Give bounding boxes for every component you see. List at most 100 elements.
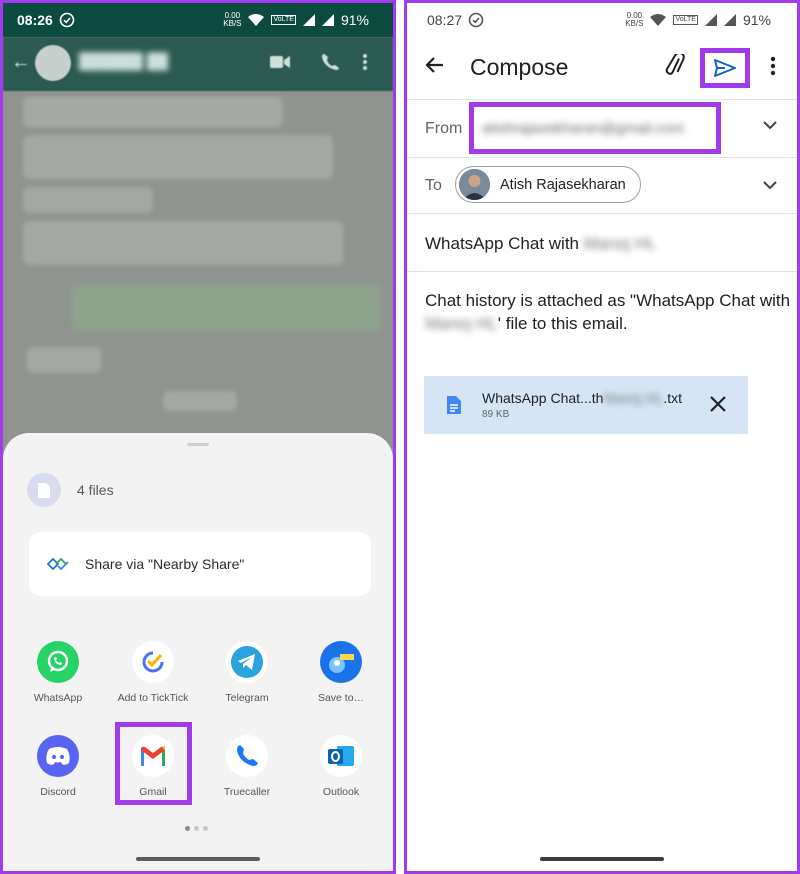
app-truecaller[interactable]: Truecaller bbox=[200, 735, 294, 798]
recipient-name: Atish Rajasekharan bbox=[500, 176, 626, 193]
battery-percent: 91% bbox=[340, 12, 369, 28]
sheet-grabber[interactable] bbox=[187, 443, 209, 446]
phone-icon bbox=[322, 54, 339, 70]
status-bar: 08:27 0.00 KB/S VoLTE 91% bbox=[407, 3, 797, 37]
recipient-chip[interactable]: Atish Rajasekharan bbox=[455, 166, 641, 203]
more-vert-icon bbox=[363, 54, 367, 70]
subject-name-blurred: Manoj HL bbox=[583, 234, 657, 253]
chevron-down-icon[interactable] bbox=[763, 181, 777, 190]
network-speed: 0.00 KB/S bbox=[223, 11, 242, 28]
contact-name-blurred: ██████ ██ bbox=[79, 53, 169, 70]
check-circle-icon bbox=[59, 12, 75, 28]
date-chip bbox=[163, 391, 237, 411]
app-label: Outlook bbox=[322, 786, 360, 798]
from-email-blurred: atishrajasekharan@gmail.com bbox=[482, 119, 684, 137]
send-icon bbox=[714, 59, 736, 77]
volte-icon: VoLTE bbox=[673, 15, 698, 25]
app-label: Add to TickTick bbox=[117, 692, 189, 704]
attachment-name: WhatsApp Chat...thManoj HL.txt bbox=[482, 390, 682, 406]
app-discord[interactable]: Discord bbox=[11, 735, 105, 798]
file-icon bbox=[27, 473, 61, 507]
signal-icon-2 bbox=[723, 14, 736, 26]
status-bar: 08:26 0.00 KB/S VoLTE 91% bbox=[3, 3, 393, 37]
email-body[interactable]: Chat history is attached as "WhatsApp Ch… bbox=[425, 289, 795, 335]
gmail-highlight-box bbox=[115, 722, 192, 805]
outlook-icon bbox=[320, 735, 362, 777]
attachment-name-prefix: WhatsApp Chat...th bbox=[482, 390, 604, 406]
save-to-icon bbox=[320, 641, 362, 683]
check-circle-icon bbox=[468, 12, 484, 28]
nearby-share-label: Share via "Nearby Share" bbox=[85, 556, 245, 572]
close-icon[interactable] bbox=[709, 395, 727, 413]
discord-icon bbox=[37, 735, 79, 777]
to-label: To bbox=[425, 177, 442, 194]
truecaller-icon bbox=[226, 735, 268, 777]
page-dot bbox=[203, 826, 208, 831]
app-ticktick[interactable]: Add to TickTick bbox=[106, 641, 200, 704]
avatar bbox=[459, 169, 490, 200]
body-name-blurred: Manoj HL bbox=[425, 314, 498, 333]
page-dot bbox=[194, 826, 199, 831]
attachment-card[interactable]: WhatsApp Chat...thManoj HL.txt 89 KB bbox=[424, 376, 748, 434]
body-text-part2: ' file to this email. bbox=[497, 314, 628, 333]
compose-screen: 08:27 0.00 KB/S VoLTE 91% Compose From at… bbox=[404, 0, 800, 874]
divider bbox=[407, 157, 797, 158]
files-summary: 4 files bbox=[27, 473, 114, 507]
app-label: Discord bbox=[40, 786, 76, 798]
divider bbox=[407, 213, 797, 214]
app-whatsapp[interactable]: WhatsApp bbox=[11, 641, 105, 704]
chat-bubble-outgoing bbox=[71, 285, 381, 331]
chat-bubble bbox=[23, 97, 283, 127]
wifi-icon bbox=[248, 13, 265, 26]
nearby-share-icon bbox=[47, 558, 69, 570]
app-label: WhatsApp bbox=[33, 692, 83, 704]
share-sheet-screen: 08:26 0.00 KB/S VoLTE 91% ← ██████ ██ 4 f… bbox=[0, 0, 396, 874]
body-text-part1: Chat history is attached as "WhatsApp Ch… bbox=[425, 291, 791, 310]
from-field[interactable]: atishrajasekharan@gmail.com bbox=[469, 102, 721, 154]
volte-icon: VoLTE bbox=[271, 15, 296, 25]
home-indicator[interactable] bbox=[540, 857, 664, 861]
telegram-icon bbox=[226, 641, 268, 683]
signal-icon bbox=[704, 14, 717, 26]
status-time: 08:27 bbox=[427, 12, 463, 28]
nearby-share-button[interactable]: Share via "Nearby Share" bbox=[29, 532, 371, 596]
signal-icon bbox=[302, 14, 315, 26]
wifi-icon bbox=[650, 13, 667, 26]
chat-bubble bbox=[27, 347, 101, 373]
chevron-down-icon[interactable] bbox=[763, 121, 777, 130]
send-button[interactable] bbox=[700, 48, 750, 88]
attachment-name-blurred: Manoj HL bbox=[603, 390, 664, 406]
from-label: From bbox=[425, 120, 463, 137]
app-label: Save to… bbox=[317, 692, 365, 704]
subject-text: WhatsApp Chat with bbox=[425, 234, 580, 253]
ticktick-icon bbox=[132, 641, 174, 683]
whatsapp-icon bbox=[37, 641, 79, 683]
chat-bubble bbox=[23, 221, 343, 265]
page-dot bbox=[185, 826, 190, 831]
attach-icon[interactable] bbox=[663, 54, 689, 76]
divider bbox=[407, 99, 797, 100]
divider bbox=[407, 271, 797, 272]
app-save-to[interactable]: Save to… bbox=[294, 641, 388, 704]
compose-toolbar: Compose bbox=[407, 43, 797, 89]
app-outlook[interactable]: Outlook bbox=[294, 735, 388, 798]
chat-bubble bbox=[23, 187, 153, 213]
share-sheet: 4 files Share via "Nearby Share" WhatsAp… bbox=[3, 433, 393, 871]
subject-field[interactable]: WhatsApp Chat with Manoj HL bbox=[425, 234, 657, 254]
signal-icon-2 bbox=[321, 14, 334, 26]
back-arrow-icon[interactable] bbox=[423, 53, 447, 77]
network-speed: 0.00 KB/S bbox=[625, 11, 644, 28]
more-vert-icon[interactable] bbox=[769, 55, 777, 77]
battery-percent: 91% bbox=[742, 12, 771, 28]
avatar bbox=[35, 45, 71, 81]
app-telegram[interactable]: Telegram bbox=[200, 641, 294, 704]
status-time: 08:26 bbox=[17, 12, 53, 28]
app-label: Truecaller bbox=[223, 786, 271, 798]
chat-bubble bbox=[23, 135, 333, 179]
video-call-icon bbox=[270, 56, 290, 68]
page-indicator bbox=[185, 826, 208, 831]
back-arrow-icon: ← bbox=[11, 51, 31, 73]
home-indicator[interactable] bbox=[136, 857, 260, 861]
page-title: Compose bbox=[470, 54, 569, 80]
attachment-size: 89 KB bbox=[482, 409, 510, 420]
